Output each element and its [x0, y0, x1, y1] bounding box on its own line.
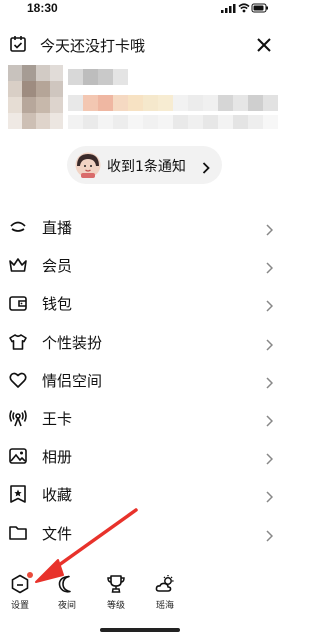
menu-label-couple-space: 情侣空间	[42, 371, 103, 390]
menu-label-favorites: 收藏	[42, 486, 73, 505]
night-mode-label: 夜间	[57, 601, 76, 611]
menu-item-album[interactable]: 相册	[0, 437, 279, 475]
chevron-right-icon	[266, 297, 274, 316]
battery-icon	[251, 3, 268, 13]
checkin-row[interactable]: 今天还没打卡哦	[0, 30, 279, 60]
weather-label: 瑶海	[155, 601, 174, 611]
menu-label-album: 相册	[42, 448, 73, 467]
heart-icon	[8, 370, 28, 390]
menu-label-king-card: 王卡	[42, 409, 73, 428]
profile-signature-blur	[68, 115, 278, 129]
menu-item-wallet[interactable]: 钱包	[0, 284, 279, 322]
notification-text: 收到1条通知	[107, 159, 186, 175]
weather-sun-cloud-icon	[155, 574, 175, 594]
chevron-right-icon	[266, 488, 274, 507]
menu-list: 直播 会员 钱包 个性装扮 情侣空间 王卡 相册 收藏 文件	[0, 208, 279, 552]
settings-label: 设置	[10, 601, 29, 611]
profile-avatar-blur[interactable]	[8, 65, 63, 129]
profile-name-blur	[68, 69, 128, 85]
signal-bars-icon	[221, 4, 236, 13]
chevron-right-icon	[266, 221, 274, 240]
close-button[interactable]	[252, 33, 276, 57]
menu-item-files[interactable]: 文件	[0, 514, 279, 552]
status-icons	[221, 2, 269, 16]
menu-item-couple-space[interactable]: 情侣空间	[0, 361, 279, 399]
checkin-text: 今天还没打卡哦	[40, 37, 146, 55]
bookmark-star-icon	[8, 484, 28, 504]
status-time: 18:30	[27, 1, 58, 15]
chevron-right-icon	[266, 527, 274, 546]
bottom-action-bar: 设置 夜间 等级 瑶海	[0, 572, 279, 616]
notification-avatar	[75, 152, 101, 182]
live-icon	[8, 217, 28, 237]
menu-label-vip: 会员	[42, 257, 73, 276]
level-button[interactable]: 等级	[96, 572, 136, 616]
weather-button[interactable]: 瑶海	[145, 572, 185, 616]
close-icon	[257, 38, 271, 52]
settings-button[interactable]: 设置	[0, 572, 40, 616]
menu-item-live[interactable]: 直播	[0, 208, 279, 246]
profile-blurred-area[interactable]	[0, 65, 279, 135]
menu-item-vip[interactable]: 会员	[0, 246, 279, 284]
menu-item-theme[interactable]: 个性装扮	[0, 323, 279, 361]
folder-icon	[8, 523, 28, 543]
chevron-right-icon	[266, 259, 274, 278]
menu-label-wallet: 钱包	[42, 295, 73, 314]
crown-icon	[8, 255, 28, 275]
signal-icon	[8, 408, 28, 428]
menu-label-files: 文件	[42, 524, 73, 543]
menu-label-theme: 个性装扮	[42, 333, 103, 352]
photo-icon	[8, 446, 28, 466]
wifi-icon	[238, 3, 250, 13]
calendar-check-icon	[9, 35, 27, 57]
home-indicator	[100, 628, 180, 632]
chevron-right-icon	[266, 374, 274, 393]
night-mode-button[interactable]: 夜间	[47, 572, 87, 616]
chevron-right-icon	[202, 159, 210, 178]
wallet-icon	[8, 293, 28, 313]
menu-label-live: 直播	[42, 219, 73, 237]
status-bar: 18:30	[0, 0, 279, 18]
chevron-right-icon	[266, 336, 274, 355]
level-label: 等级	[106, 601, 125, 611]
menu-item-king-card[interactable]: 王卡	[0, 399, 279, 437]
trophy-icon	[106, 574, 126, 594]
notification-pill[interactable]: 收到1条通知	[67, 146, 222, 184]
menu-item-favorites[interactable]: 收藏	[0, 475, 279, 513]
profile-badges-blur	[68, 95, 278, 111]
notification-badge-dot	[27, 572, 33, 578]
tshirt-icon	[8, 332, 28, 352]
chevron-right-icon	[266, 412, 274, 431]
moon-icon	[57, 574, 77, 594]
chevron-right-icon	[266, 450, 274, 469]
